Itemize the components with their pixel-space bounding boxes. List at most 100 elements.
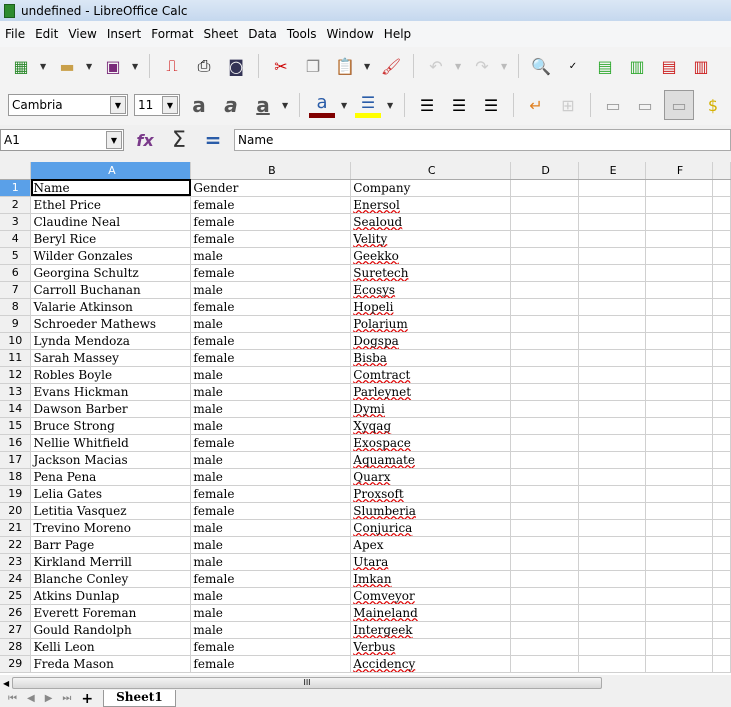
row-header[interactable]: 14 xyxy=(0,400,32,418)
cell[interactable]: female xyxy=(190,570,352,588)
cell[interactable] xyxy=(712,366,731,384)
cell[interactable]: Parleynet xyxy=(350,383,512,401)
cell[interactable] xyxy=(510,621,580,639)
menu-sheet[interactable]: Sheet xyxy=(199,27,244,41)
next-sheet-icon[interactable]: ▶ xyxy=(45,693,53,704)
cell[interactable]: Carroll Buchanan xyxy=(30,281,192,299)
cell[interactable] xyxy=(645,502,713,520)
cell[interactable] xyxy=(578,587,647,605)
cell[interactable]: Sarah Massey xyxy=(30,349,192,367)
last-sheet-icon[interactable]: ⏭ xyxy=(62,693,71,704)
cell[interactable] xyxy=(510,417,580,435)
row-header[interactable]: 28 xyxy=(0,638,32,656)
cell[interactable] xyxy=(645,417,713,435)
cell[interactable]: Wilder Gonzales xyxy=(30,247,192,265)
cell[interactable] xyxy=(712,315,731,333)
cell[interactable]: Nellie Whitfield xyxy=(30,434,192,452)
cell[interactable] xyxy=(645,366,713,384)
align-middle-icon[interactable]: ▭ xyxy=(632,92,658,118)
cell[interactable] xyxy=(645,298,713,316)
cell[interactable]: Enersol xyxy=(350,196,512,214)
redo-dropdown-icon[interactable]: ▼ xyxy=(501,62,509,71)
print-icon[interactable]: ⎙ xyxy=(191,53,217,79)
find-replace-icon[interactable]: 🔍 xyxy=(528,53,554,79)
cell[interactable] xyxy=(510,383,580,401)
cell[interactable] xyxy=(578,519,647,537)
insert-rows-icon[interactable]: ▤ xyxy=(592,53,618,79)
cell[interactable] xyxy=(578,247,647,265)
row-header[interactable]: 3 xyxy=(0,213,32,231)
cell[interactable]: Sealoud xyxy=(350,213,512,231)
cell[interactable] xyxy=(510,434,580,452)
cell[interactable] xyxy=(712,638,731,656)
cell[interactable] xyxy=(510,519,580,537)
paste-icon[interactable]: 📋 xyxy=(332,53,358,79)
row-header[interactable]: 11 xyxy=(0,349,32,367)
cell[interactable]: Schroeder Mathews xyxy=(30,315,192,333)
align-top-icon[interactable]: ▭ xyxy=(600,92,626,118)
cell[interactable] xyxy=(578,621,647,639)
cell[interactable] xyxy=(578,366,647,384)
cell[interactable] xyxy=(645,519,713,537)
cell[interactable] xyxy=(578,179,647,197)
font-name-combo[interactable]: Cambria ▼ xyxy=(8,94,128,116)
cell[interactable]: Apex xyxy=(350,536,512,554)
cell[interactable] xyxy=(578,570,647,588)
cell[interactable] xyxy=(712,570,731,588)
cell[interactable] xyxy=(578,502,647,520)
cell[interactable]: Conjurica xyxy=(350,519,512,537)
cell[interactable]: Comtract xyxy=(350,366,512,384)
cell[interactable] xyxy=(510,655,580,673)
cell[interactable] xyxy=(510,468,580,486)
cell[interactable] xyxy=(510,366,580,384)
cell[interactable] xyxy=(645,655,713,673)
cell[interactable]: Hopeli xyxy=(350,298,512,316)
cell[interactable]: Accidency xyxy=(350,655,512,673)
cell[interactable]: male xyxy=(190,468,352,486)
select-all-corner[interactable] xyxy=(0,162,32,180)
row-header[interactable]: 4 xyxy=(0,230,32,248)
cell[interactable]: Company xyxy=(350,179,512,197)
scroll-left-icon[interactable]: ◀ xyxy=(0,679,9,688)
cell[interactable]: male xyxy=(190,604,352,622)
wrap-text-icon[interactable]: ↵ xyxy=(523,92,549,118)
delete-columns-icon[interactable]: ▥ xyxy=(688,53,714,79)
cell[interactable] xyxy=(510,298,580,316)
cell[interactable] xyxy=(578,400,647,418)
cell[interactable] xyxy=(510,400,580,418)
cell[interactable] xyxy=(510,332,580,350)
cell[interactable] xyxy=(578,281,647,299)
cell[interactable]: Ecosys xyxy=(350,281,512,299)
row-header[interactable]: 13 xyxy=(0,383,32,401)
cell[interactable]: Claudine Neal xyxy=(30,213,192,231)
cell[interactable]: Quarx xyxy=(350,468,512,486)
menu-window[interactable]: Window xyxy=(321,27,378,41)
sum-icon[interactable]: Σ xyxy=(166,127,192,153)
cell[interactable]: male xyxy=(190,281,352,299)
cell[interactable]: Comveyor xyxy=(350,587,512,605)
cell[interactable]: male xyxy=(190,383,352,401)
cell[interactable] xyxy=(578,213,647,231)
row-header[interactable]: 29 xyxy=(0,655,32,673)
cell[interactable]: male xyxy=(190,519,352,537)
cell[interactable] xyxy=(645,621,713,639)
cell[interactable] xyxy=(510,247,580,265)
cell[interactable] xyxy=(645,485,713,503)
cell[interactable]: Slumberia xyxy=(350,502,512,520)
chevron-down-icon[interactable]: ▼ xyxy=(106,131,122,149)
cell[interactable] xyxy=(510,349,580,367)
cell[interactable]: Robles Boyle xyxy=(30,366,192,384)
cell[interactable] xyxy=(578,298,647,316)
cell[interactable]: female xyxy=(190,264,352,282)
cell[interactable]: Name xyxy=(30,179,192,197)
cell[interactable]: female xyxy=(190,502,352,520)
prev-sheet-icon[interactable]: ◀ xyxy=(27,693,35,704)
cell[interactable]: female xyxy=(190,213,352,231)
cell[interactable]: Utara xyxy=(350,553,512,571)
background-color-dropdown-icon[interactable]: ▼ xyxy=(387,101,395,110)
copy-icon[interactable]: ❐ xyxy=(300,53,326,79)
cell[interactable] xyxy=(645,451,713,469)
open-dropdown-icon[interactable]: ▼ xyxy=(86,62,94,71)
cell[interactable]: Suretech xyxy=(350,264,512,282)
cell[interactable] xyxy=(645,553,713,571)
